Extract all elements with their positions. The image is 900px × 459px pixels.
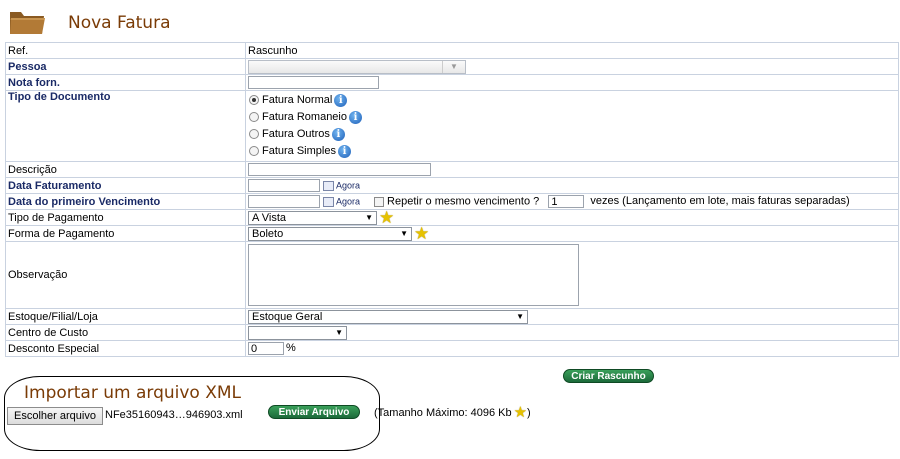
radio-button[interactable]: [249, 129, 259, 140]
agora-link[interactable]: Agora: [336, 181, 360, 191]
observacao-textarea[interactable]: [248, 244, 579, 306]
descricao-input[interactable]: [248, 163, 431, 176]
centro-custo-select[interactable]: ▼: [248, 325, 347, 340]
xml-import-title: Importar um arquivo XML: [24, 383, 242, 403]
radio-fatura-outros[interactable]: Fatura Outros: [248, 126, 898, 143]
estoque-label: Estoque/Filial/Loja: [5, 308, 246, 325]
row-data-vencimento: Data do primeiro Vencimento Agora Repetir…: [5, 193, 899, 210]
radio-fatura-romaneio[interactable]: Fatura Romaneio: [248, 109, 898, 126]
star-icon[interactable]: ★: [414, 225, 429, 242]
row-desconto: Desconto Especial %: [5, 340, 899, 357]
info-icon[interactable]: [349, 110, 362, 124]
data-vencimento-input[interactable]: [248, 195, 320, 208]
radio-fatura-simples[interactable]: Fatura Simples: [248, 143, 898, 160]
calendar-icon[interactable]: [323, 180, 334, 191]
row-ref: Ref. Rascunho: [5, 42, 899, 59]
data-faturamento-input[interactable]: [248, 179, 320, 192]
chevron-down-icon: ▼: [516, 311, 524, 321]
row-descricao: Descrição: [5, 161, 899, 178]
max-size-note: (Tamanho Máximo: 4096 Kb ★): [374, 404, 531, 421]
agora-link[interactable]: Agora: [336, 197, 360, 207]
choose-file-button[interactable]: Escolher arquivo: [7, 407, 103, 425]
forma-pagamento-label: Forma de Pagamento: [5, 225, 246, 242]
percent-unit: %: [286, 342, 296, 355]
row-nota-forn: Nota forn.: [5, 74, 899, 91]
chevron-down-icon: ▼: [400, 228, 408, 238]
data-vencimento-label: Data do primeiro Vencimento: [5, 193, 246, 210]
pessoa-combobox[interactable]: ▼: [248, 59, 466, 74]
chevron-down-icon: ▼: [365, 212, 373, 222]
tipo-pagamento-select[interactable]: A Vista ▼: [248, 210, 377, 225]
info-icon[interactable]: [331, 127, 345, 141]
radio-button[interactable]: [249, 112, 259, 123]
pessoa-label: Pessoa: [5, 58, 246, 75]
nota-forn-input[interactable]: [248, 76, 379, 89]
chevron-down-icon[interactable]: ▼: [442, 60, 465, 73]
page-title: Nova Fatura: [68, 13, 171, 33]
radio-button[interactable]: [249, 95, 259, 106]
data-faturamento-label: Data Faturamento: [5, 177, 246, 194]
enviar-arquivo-button[interactable]: Enviar Arquivo: [268, 405, 360, 419]
calendar-icon[interactable]: [323, 196, 334, 207]
row-pessoa: Pessoa ▼: [5, 58, 899, 75]
folder-icon: [10, 12, 46, 34]
desconto-label: Desconto Especial: [5, 340, 246, 357]
repeat-checkbox[interactable]: [374, 196, 385, 207]
info-icon[interactable]: [334, 93, 348, 107]
invoice-form: Ref. Rascunho Pessoa ▼ Nota forn. Tipo d…: [5, 42, 899, 357]
radio-button[interactable]: [249, 146, 259, 157]
info-icon[interactable]: [337, 144, 351, 158]
tipo-pagamento-label: Tipo de Pagamento: [5, 209, 246, 226]
criar-rascunho-button[interactable]: Criar Rascunho: [563, 369, 654, 383]
observacao-label: Observação: [5, 241, 246, 309]
row-centro-custo: Centro de Custo ▼: [5, 324, 899, 341]
nota-forn-label: Nota forn.: [5, 74, 246, 91]
forma-pagamento-select[interactable]: Boleto ▼: [248, 226, 412, 241]
estoque-select[interactable]: Estoque Geral ▼: [248, 309, 528, 324]
star-icon[interactable]: ★: [514, 405, 527, 420]
tipo-documento-label: Tipo de Documento: [5, 90, 246, 162]
star-icon[interactable]: ★: [379, 209, 394, 226]
row-tipo-documento: Tipo de Documento Fatura Normal Fatura R…: [5, 90, 899, 162]
row-observacao: Observação: [5, 241, 899, 309]
ref-label: Ref.: [5, 42, 246, 59]
selected-file-name: NFe35160943…946903.xml: [105, 409, 243, 421]
row-estoque: Estoque/Filial/Loja Estoque Geral ▼: [5, 308, 899, 325]
chevron-down-icon: ▼: [335, 327, 343, 337]
desconto-input[interactable]: [248, 342, 284, 355]
centro-custo-label: Centro de Custo: [5, 324, 246, 341]
times-input[interactable]: [548, 195, 585, 208]
row-tipo-pagamento: Tipo de Pagamento A Vista ▼ ★: [5, 209, 899, 226]
descricao-label: Descrição: [5, 161, 246, 178]
ref-value: Rascunho: [245, 42, 899, 59]
times-label: vezes (Lançamento em lote, mais faturas …: [590, 195, 850, 208]
row-forma-pagamento: Forma de Pagamento Boleto ▼ ★: [5, 225, 899, 242]
repeat-label: Repetir o mesmo vencimento ?: [387, 195, 540, 208]
row-data-faturamento: Data Faturamento Agora: [5, 177, 899, 194]
page-header: Nova Fatura: [4, 4, 404, 38]
radio-fatura-normal[interactable]: Fatura Normal: [248, 92, 898, 109]
